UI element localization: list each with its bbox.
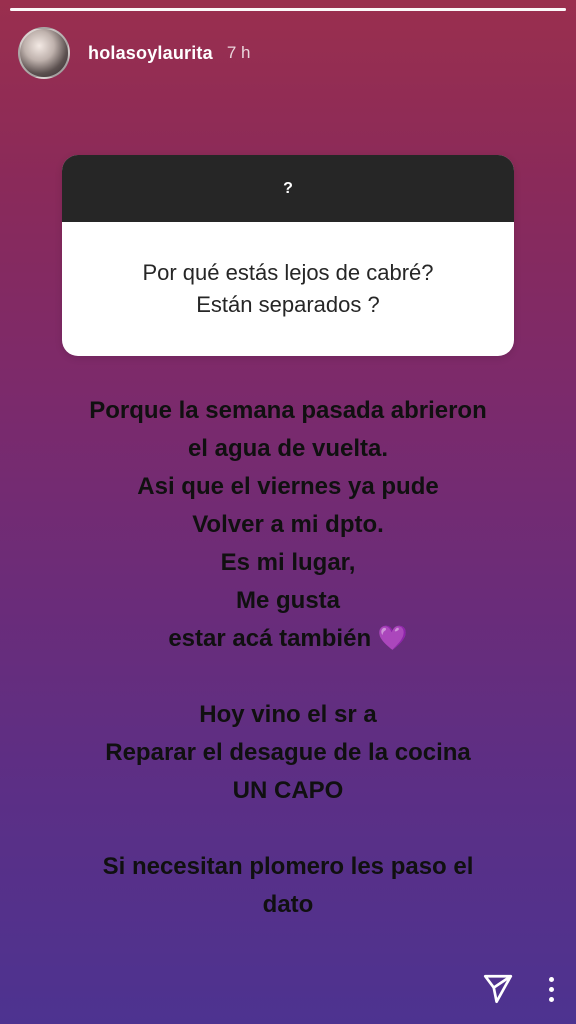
- answer-line: Si necesitan plomero les paso el: [102, 853, 474, 880]
- answer-line-blank: [28, 658, 548, 696]
- more-options-icon: [549, 976, 554, 982]
- question-mark-label: ?: [283, 179, 293, 197]
- story-header: holasoylaurita 7 h: [18, 26, 250, 80]
- question-text: Por qué estás lejos de cabré? Están sepa…: [142, 260, 434, 317]
- answer-line: Porque la semana pasada abrieron: [89, 397, 487, 424]
- purple-heart-icon: 💜: [377, 625, 408, 652]
- question-sticker-body: Por qué estás lejos de cabré? Están sepa…: [62, 222, 514, 356]
- story-progress-bar: [10, 8, 566, 11]
- answer-line: dato: [262, 891, 314, 918]
- question-sticker-header: ?: [62, 155, 514, 222]
- avatar[interactable]: [18, 27, 70, 79]
- story-progress-fill: [10, 8, 566, 11]
- answer-line: Hoy vino el sr a: [199, 701, 377, 728]
- more-options-icon-dot: [549, 986, 554, 992]
- answer-line: Me gusta: [235, 587, 340, 614]
- answer-text: Porque la semana pasada abrieron el agua…: [28, 392, 548, 924]
- more-options-icon-dot: [549, 996, 554, 1002]
- answer-line: Asi que el viernes ya pude: [137, 473, 439, 500]
- answer-line: el agua de vuelta.: [187, 435, 389, 462]
- send-button[interactable]: [481, 972, 515, 1006]
- answer-line: Volver a mi dpto.: [192, 511, 384, 538]
- story-footer: [481, 972, 554, 1006]
- more-options-button[interactable]: [549, 976, 554, 1002]
- answer-line: Reparar el desague de la cocina: [105, 739, 471, 766]
- username[interactable]: holasoylaurita: [88, 43, 213, 64]
- answer-line: UN CAPO: [232, 777, 344, 804]
- question-sticker: ? Por qué estás lejos de cabré? Están se…: [62, 155, 514, 356]
- paper-plane-icon: [483, 974, 513, 1004]
- answer-line-with-heart: estar acá también 💜: [28, 620, 548, 658]
- answer-line: estar acá también: [168, 625, 372, 652]
- answer-line: Es mi lugar,: [220, 549, 356, 576]
- answer-line-blank: [28, 810, 548, 848]
- time-ago: 7 h: [226, 43, 251, 62]
